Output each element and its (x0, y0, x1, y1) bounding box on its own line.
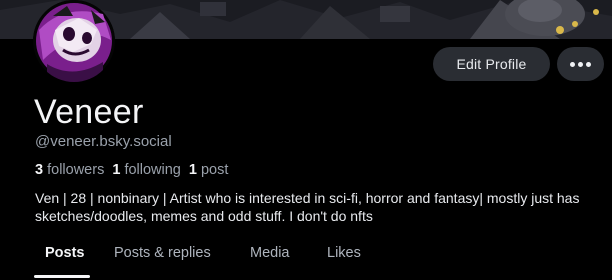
more-options-button[interactable] (557, 47, 604, 81)
ellipsis-icon (570, 61, 591, 67)
profile-stats: 3 followers 1 following 1 post (35, 161, 228, 179)
avatar[interactable] (33, 0, 115, 82)
tab-likes[interactable]: Likes (327, 244, 361, 262)
posts-stat: 1 post (189, 162, 229, 178)
tab-likes-label: Likes (327, 245, 361, 261)
tab-posts-and-replies-label: Posts & replies (114, 245, 211, 261)
followers-link[interactable]: 3 followers (35, 162, 104, 178)
posts-count: 1 (188, 162, 197, 178)
posts-label: post (200, 162, 229, 178)
following-link[interactable]: 1 following (112, 162, 181, 178)
edit-profile-label: Edit Profile (456, 56, 527, 72)
followers-label: followers (47, 162, 105, 178)
display-name: Veneer (34, 93, 144, 131)
followers-count: 3 (35, 162, 44, 178)
profile-page: Edit Profile Veneer @veneer.bsky.social … (0, 0, 612, 280)
tab-media-label: Media (250, 245, 290, 261)
tab-posts-and-replies[interactable]: Posts & replies (114, 244, 211, 262)
profile-bio: Ven | 28 | nonbinary | Artist who is int… (35, 190, 580, 224)
following-count: 1 (112, 162, 121, 178)
tab-media[interactable]: Media (250, 244, 290, 262)
edit-profile-button[interactable]: Edit Profile (433, 47, 550, 81)
tab-posts-label: Posts (45, 245, 85, 261)
handle: @veneer.bsky.social (35, 133, 172, 150)
avatar-artwork (33, 0, 115, 82)
active-tab-indicator (34, 275, 90, 278)
tab-posts[interactable]: Posts (45, 244, 85, 262)
following-label: following (124, 162, 181, 178)
